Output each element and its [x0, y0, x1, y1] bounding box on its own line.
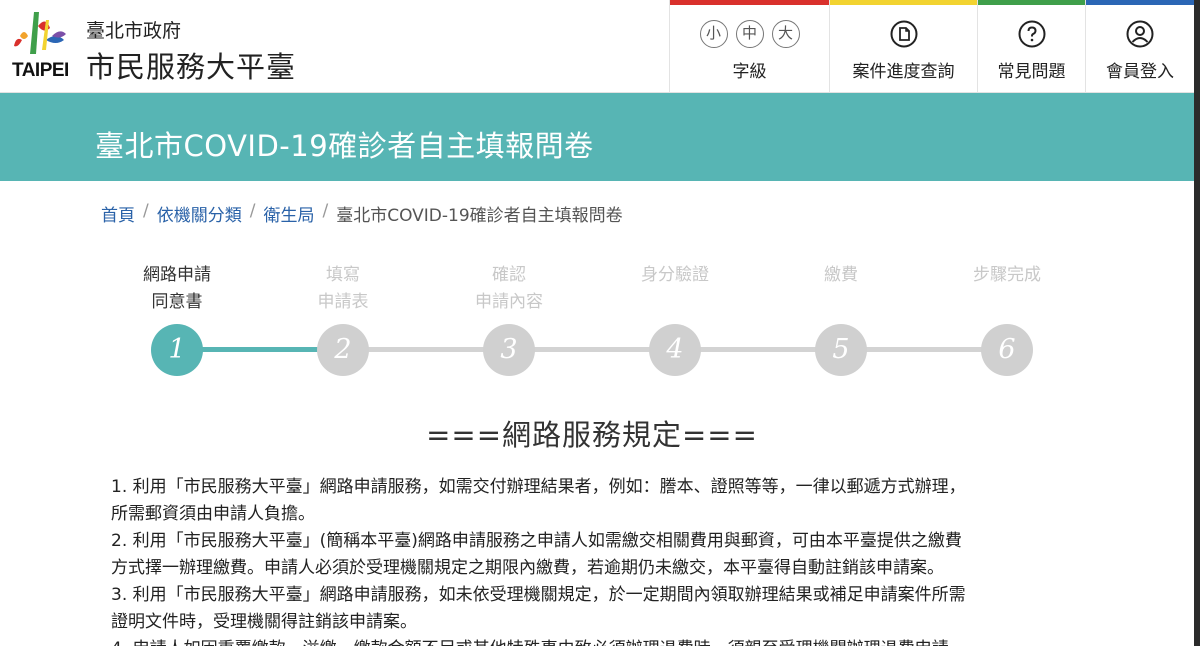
page-title: 臺北市COVID-19確診者自主填報問卷 — [95, 129, 594, 163]
step-connector-1 — [202, 347, 318, 352]
step-connector-4 — [700, 347, 816, 352]
step-4-circle: 4 — [649, 324, 701, 376]
step-4-label-line1: 身分驗證 — [641, 265, 709, 285]
rules-heading: ===網路服務規定=== — [426, 418, 758, 452]
case-progress-label: 案件進度查詢 — [852, 62, 955, 82]
site-title[interactable]: 市民服務大平臺 — [86, 44, 296, 86]
step-6-circle: 6 — [981, 324, 1033, 376]
faq-color-bar — [978, 0, 1085, 5]
font-size-small-button[interactable]: 小 — [699, 20, 728, 48]
site-header: TAIPEI 臺北市政府 市民服務大平臺 小 中 大 字級 案件進度查詢 常見問… — [0, 0, 1194, 93]
question-icon — [1018, 20, 1045, 48]
site-subtitle[interactable]: 臺北市政府 — [86, 16, 181, 43]
progress-steps: 網路申請 同意書 填寫 申請表 確認 申請內容 身分驗證 繳費 步驟完成 1 2… — [0, 255, 1194, 385]
member-login-button[interactable]: 會員登入 — [1085, 0, 1194, 93]
step-6-label-line1: 步驟完成 — [973, 265, 1041, 285]
document-icon — [890, 20, 917, 48]
breadcrumb-separator: / — [249, 201, 256, 221]
step-5-label: 繳費 — [771, 262, 911, 289]
member-login-label: 會員登入 — [1106, 62, 1174, 82]
step-2-label: 填寫 申請表 — [273, 262, 413, 316]
breadcrumb-home-link[interactable]: 首頁 — [101, 201, 135, 226]
font-size-options: 小 中 大 — [670, 20, 829, 48]
rules-line: 證明文件時，受理機關得註銷該申請案。 — [111, 612, 417, 632]
font-size-medium-button[interactable]: 中 — [735, 20, 764, 48]
breadcrumb-current: 臺北市COVID-19確診者自主填報問卷 — [336, 206, 623, 226]
rules-text: 1. 利用「市民服務大平臺」網路申請服務，如需交付辦理結果者，例如：謄本、證照等… — [111, 474, 1071, 646]
step-connector-5 — [866, 347, 982, 352]
rules-line: 方式擇一辦理繳費。申請人必須於受理機關規定之期限內繳費，若逾期仍未繳交，本平臺得… — [111, 558, 944, 578]
step-2-label-line2: 申請表 — [317, 292, 369, 312]
font-size-control: 小 中 大 字級 — [669, 0, 829, 93]
faq-label: 常見問題 — [997, 62, 1066, 82]
step-4-label: 身分驗證 — [605, 262, 745, 289]
window-scrollbar[interactable] — [1194, 0, 1200, 646]
font-size-color-bar — [670, 0, 829, 5]
page-banner: 臺北市COVID-19確診者自主填報問卷 — [0, 93, 1194, 181]
rules-line: 3. 利用「市民服務大平臺」網路申請服務，如未依受理機關規定，於一定期間內領取辦… — [111, 585, 966, 605]
step-5-circle: 5 — [815, 324, 867, 376]
taipei-logo[interactable]: TAIPEI — [6, 6, 76, 82]
rules-line: 所需郵資須由申請人負擔。 — [111, 504, 315, 524]
rules-line: 2. 利用「市民服務大平臺」(簡稱本平臺)網路申請服務之申請人如需繳交相關費用與… — [111, 531, 962, 551]
step-5-label-line1: 繳費 — [824, 265, 858, 285]
top-nav: 小 中 大 字級 案件進度查詢 常見問題 會員登入 — [669, 0, 1194, 93]
taipei-logo-icon — [14, 12, 66, 54]
faq-button[interactable]: 常見問題 — [977, 0, 1085, 93]
rules-line: 4. 申請人如因重覆繳款、溢繳、繳款金額不足或其他特殊事由致必須辦理退費時，須親… — [111, 636, 1071, 646]
step-2-label-line1: 填寫 — [326, 265, 360, 285]
step-2-circle: 2 — [317, 324, 369, 376]
breadcrumb-health-bureau-link[interactable]: 衛生局 — [263, 201, 314, 226]
logo-wordmark: TAIPEI — [12, 60, 69, 81]
step-6-label: 步驟完成 — [937, 262, 1077, 289]
step-1-label-line1: 網路申請 — [143, 265, 211, 285]
step-3-label-line2: 申請內容 — [475, 292, 543, 312]
step-1-label-line2: 同意書 — [151, 292, 203, 312]
step-1-label: 網路申請 同意書 — [107, 262, 247, 316]
step-3-label: 確認 申請內容 — [439, 262, 579, 316]
case-progress-color-bar — [830, 0, 977, 5]
step-connector-3 — [534, 347, 650, 352]
step-1-circle: 1 — [151, 324, 203, 376]
user-icon — [1126, 20, 1154, 48]
step-3-label-line1: 確認 — [492, 265, 526, 285]
font-size-large-button[interactable]: 大 — [771, 20, 800, 48]
member-login-color-bar — [1086, 0, 1194, 5]
breadcrumb-agency-link[interactable]: 依機關分類 — [157, 201, 242, 226]
rules-line: 1. 利用「市民服務大平臺」網路申請服務，如需交付辦理結果者，例如：謄本、證照等… — [111, 477, 966, 497]
breadcrumb-separator: / — [322, 201, 329, 221]
breadcrumb-separator: / — [143, 201, 149, 221]
font-size-label: 字級 — [732, 62, 767, 82]
case-progress-button[interactable]: 案件進度查詢 — [829, 0, 977, 93]
step-3-circle: 3 — [483, 324, 535, 376]
step-connector-2 — [368, 347, 484, 352]
breadcrumb: 首頁 / 依機關分類 / 衛生局 / 臺北市COVID-19確診者自主填報問卷 — [101, 201, 623, 226]
